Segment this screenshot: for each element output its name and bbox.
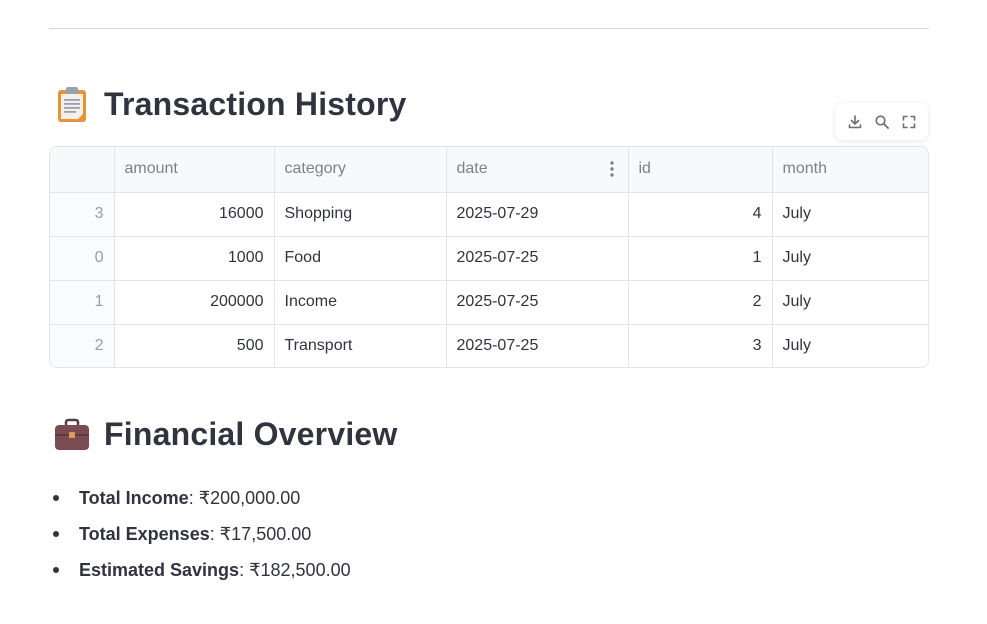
- download-icon[interactable]: [844, 111, 866, 133]
- table-header-row: amount category date id month: [50, 147, 928, 193]
- bullet-icon: [53, 531, 59, 537]
- total-income-label: Total Income: [79, 487, 189, 508]
- financial-overview-title: Financial Overview: [104, 415, 398, 452]
- column-header-category[interactable]: category: [274, 147, 447, 193]
- column-header-date[interactable]: date: [446, 147, 629, 193]
- financial-overview-heading: Financial Overview: [52, 414, 398, 454]
- overview-list: Total Income: ₹200,000.00 Total Expenses…: [52, 480, 351, 588]
- cell-amount[interactable]: 500: [114, 324, 275, 367]
- cell-id[interactable]: 1: [628, 236, 773, 281]
- bullet-icon: [53, 567, 59, 573]
- total-income-value: : ₹200,000.00: [188, 487, 301, 508]
- cell-date[interactable]: 2025-07-25: [446, 324, 629, 367]
- bullet-icon: [53, 495, 59, 501]
- list-item: Total Income: ₹200,000.00: [52, 480, 351, 516]
- table-row: 3 16000 Shopping 2025-07-29 4 July: [50, 192, 928, 237]
- briefcase-icon: [52, 414, 92, 454]
- cell-category[interactable]: Transport: [274, 324, 447, 367]
- column-header-date-label: date: [456, 160, 488, 178]
- cell-index[interactable]: 0: [50, 236, 115, 281]
- cell-id[interactable]: 3: [628, 324, 773, 367]
- cell-month[interactable]: July: [772, 192, 928, 237]
- cell-month[interactable]: July: [772, 236, 928, 281]
- total-expenses-value: : ₹17,500.00: [209, 523, 312, 544]
- column-header-month[interactable]: month: [772, 147, 928, 193]
- transaction-history-title: Transaction History: [104, 85, 407, 122]
- transaction-history-heading: Transaction History: [52, 84, 407, 124]
- cell-id[interactable]: 2: [628, 280, 773, 325]
- cell-date[interactable]: 2025-07-25: [446, 280, 629, 325]
- total-expenses-label: Total Expenses: [79, 523, 210, 544]
- cell-index[interactable]: 1: [50, 280, 115, 325]
- table-toolbar: [835, 103, 928, 140]
- cell-id[interactable]: 4: [628, 192, 773, 237]
- estimated-savings-value: : ₹182,500.00: [239, 559, 351, 580]
- cell-date[interactable]: 2025-07-25: [446, 236, 629, 281]
- cell-category[interactable]: Shopping: [274, 192, 447, 237]
- table-row: 0 1000 Food 2025-07-25 1 July: [50, 236, 928, 281]
- cell-month[interactable]: July: [772, 324, 928, 367]
- clipboard-icon: [52, 84, 92, 124]
- cell-category[interactable]: Food: [274, 236, 447, 281]
- transactions-table[interactable]: amount category date id month 3 16000 Sh…: [49, 146, 929, 368]
- fullscreen-icon[interactable]: [898, 111, 920, 133]
- column-header-index[interactable]: [50, 147, 115, 193]
- table-row: 2 500 Transport 2025-07-25 3 July: [50, 324, 928, 367]
- top-divider: [49, 28, 929, 29]
- cell-amount[interactable]: 1000: [114, 236, 275, 281]
- list-item: Total Expenses: ₹17,500.00: [52, 516, 351, 552]
- column-header-id[interactable]: id: [628, 147, 773, 193]
- column-header-amount[interactable]: amount: [114, 147, 275, 193]
- search-icon[interactable]: [871, 111, 893, 133]
- cell-category[interactable]: Income: [274, 280, 447, 325]
- cell-month[interactable]: July: [772, 280, 928, 325]
- cell-date[interactable]: 2025-07-29: [446, 192, 629, 237]
- table-row: 1 200000 Income 2025-07-25 2 July: [50, 280, 928, 325]
- cell-amount[interactable]: 200000: [114, 280, 275, 325]
- cell-amount[interactable]: 16000: [114, 192, 275, 237]
- estimated-savings-label: Estimated Savings: [79, 559, 240, 580]
- cell-index[interactable]: 2: [50, 324, 115, 367]
- list-item: Estimated Savings: ₹182,500.00: [52, 552, 351, 588]
- cell-index[interactable]: 3: [50, 192, 115, 237]
- column-menu-icon[interactable]: [609, 161, 614, 182]
